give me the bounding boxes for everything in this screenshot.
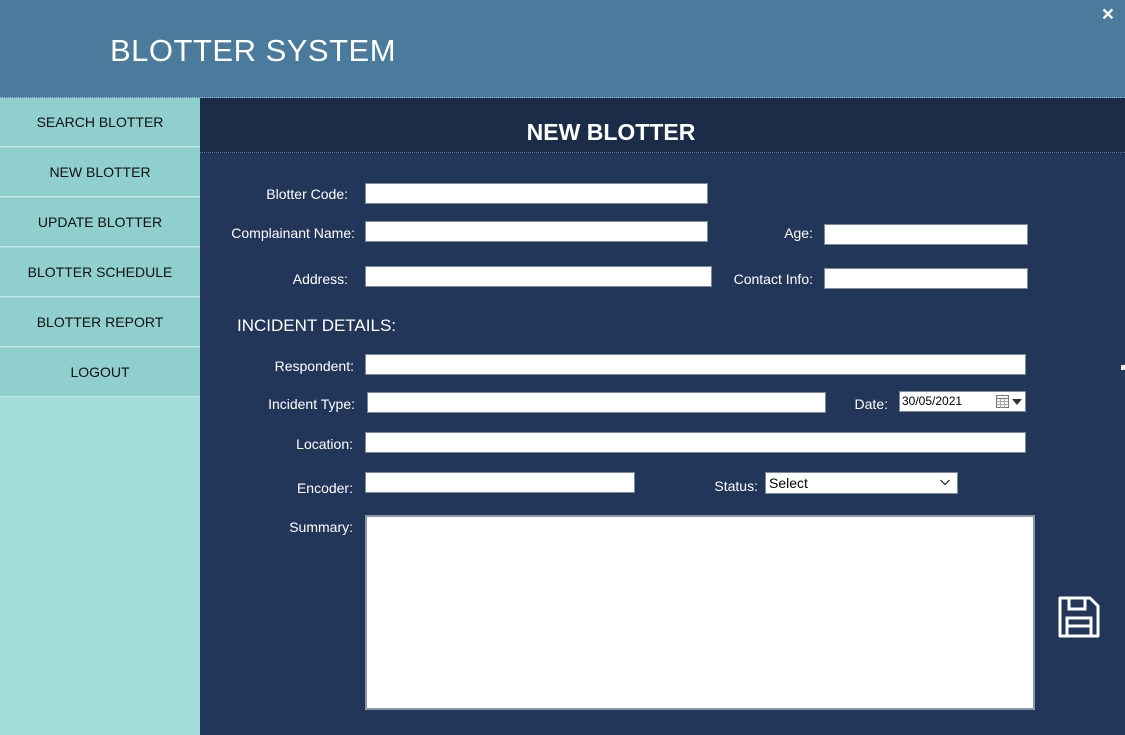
- sidebar-item-update-blotter[interactable]: UPDATE BLOTTER: [0, 198, 200, 247]
- address-label: Address:: [292, 271, 348, 287]
- calendar-icon[interactable]: [996, 395, 1009, 408]
- status-select[interactable]: Select: [765, 472, 958, 494]
- chevron-down-icon: [940, 479, 950, 486]
- close-icon[interactable]: ×: [1102, 3, 1114, 27]
- sidebar-item-new-blotter[interactable]: NEW BLOTTER: [0, 148, 200, 197]
- summary-label: Summary:: [289, 519, 353, 535]
- title-bar: BLOTTER SYSTEM ×: [0, 0, 1125, 98]
- age-input[interactable]: [824, 224, 1028, 245]
- respondent-label: Respondent:: [274, 358, 354, 374]
- date-picker[interactable]: 30/05/2021: [899, 391, 1026, 412]
- page-header: NEW BLOTTER: [200, 98, 1125, 153]
- sidebar-item-blotter-schedule[interactable]: BLOTTER SCHEDULE: [0, 248, 200, 297]
- blotter-code-label: Blotter Code:: [266, 186, 348, 202]
- respondent-input[interactable]: [365, 354, 1026, 375]
- sidebar-item-search-blotter[interactable]: SEARCH BLOTTER: [0, 98, 200, 147]
- incident-type-label: Incident Type:: [268, 396, 355, 412]
- sidebar-item-logout[interactable]: LOGOUT: [0, 348, 200, 397]
- blotter-code-input[interactable]: [365, 183, 708, 204]
- age-label: Age:: [784, 225, 813, 241]
- floppy-disk-icon[interactable]: [1056, 594, 1102, 640]
- page-title: NEW BLOTTER: [526, 119, 696, 145]
- encoder-input[interactable]: [365, 472, 635, 493]
- complainant-name-input[interactable]: [365, 221, 708, 242]
- incident-type-input[interactable]: [367, 392, 826, 413]
- encoder-label: Encoder:: [296, 480, 353, 496]
- incident-details-heading: INCIDENT DETAILS:: [237, 316, 397, 335]
- status-label: Status:: [714, 478, 758, 494]
- date-dropdown-arrow-icon[interactable]: [1012, 399, 1022, 405]
- contact-info-input[interactable]: [824, 268, 1028, 289]
- status-selected-value: Select: [769, 475, 808, 491]
- summary-textarea[interactable]: [365, 515, 1035, 710]
- location-input[interactable]: [365, 432, 1026, 453]
- location-label: Location:: [296, 436, 353, 452]
- date-label: Date:: [854, 396, 888, 412]
- contact-info-label: Contact Info:: [733, 271, 813, 287]
- sidebar-item-blotter-report[interactable]: BLOTTER REPORT: [0, 298, 200, 347]
- window-edge-marker: [1121, 365, 1125, 370]
- complainant-name-label: Complainant Name:: [231, 225, 355, 241]
- app-title: BLOTTER SYSTEM: [110, 33, 397, 68]
- date-value: 30/05/2021: [902, 394, 963, 408]
- sidebar: SEARCH BLOTTER NEW BLOTTER UPDATE BLOTTE…: [0, 98, 200, 735]
- address-input[interactable]: [365, 266, 712, 287]
